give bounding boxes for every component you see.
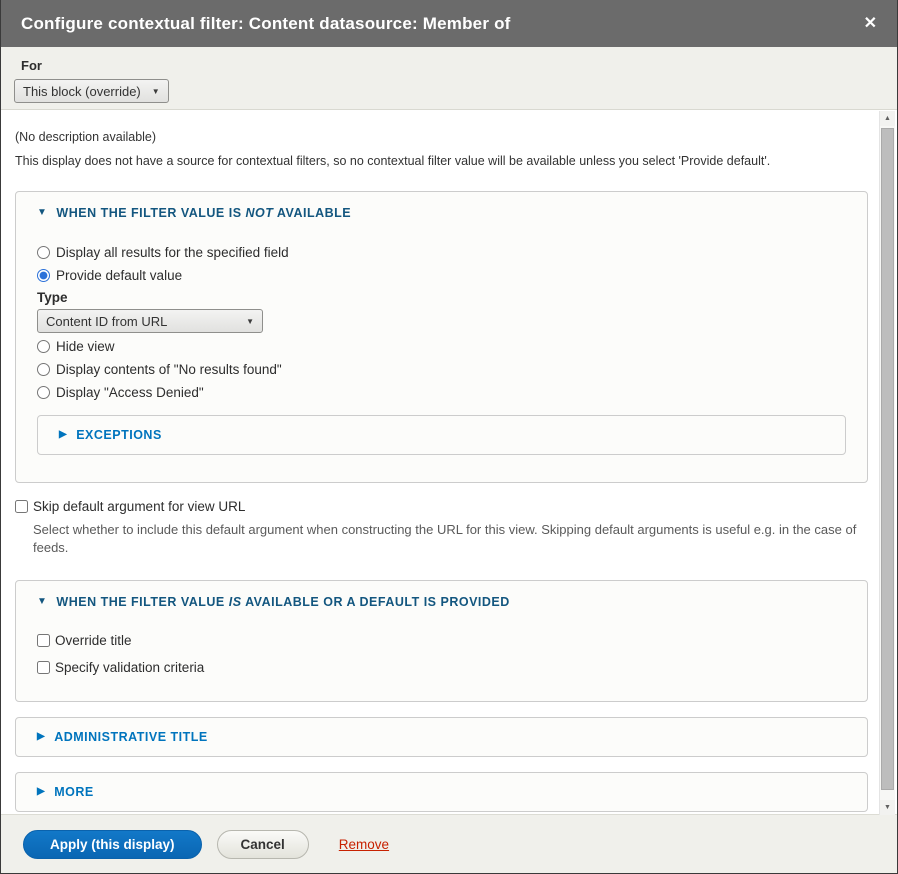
checkbox-row-skip-default: Skip default argument for view URL: [15, 499, 868, 514]
panel-filter-available: ▼ WHEN THE FILTER VALUE IS AVAILABLE OR …: [15, 580, 868, 702]
radio-row-display-access-denied: Display "Access Denied": [37, 385, 846, 400]
chevron-down-icon: ▼: [152, 87, 160, 96]
radio-display-all-results[interactable]: [37, 246, 50, 259]
triangle-down-icon: ▼: [37, 208, 47, 218]
summary-more[interactable]: ▶ MORE: [16, 773, 867, 811]
vertical-scrollbar[interactable]: ▲ ▼: [879, 111, 895, 815]
radio-provide-default[interactable]: [37, 269, 50, 282]
chevron-down-icon: ▼: [246, 317, 254, 326]
for-display-select[interactable]: This block (override) ▼: [14, 79, 169, 103]
checkbox-skip-default-label: Skip default argument for view URL: [33, 499, 245, 514]
for-label: For: [21, 58, 884, 73]
for-section: For This block (override) ▼: [1, 47, 897, 110]
summary-administrative-title[interactable]: ▶ ADMINISTRATIVE TITLE: [16, 718, 867, 756]
default-type-select-value: Content ID from URL: [46, 314, 167, 329]
checkbox-skip-default[interactable]: [15, 500, 28, 513]
radio-row-provide-default: Provide default value: [37, 268, 846, 283]
radio-hide-view-label: Hide view: [56, 339, 115, 354]
panel-filter-not-available: ▼ WHEN THE FILTER VALUE IS NOT AVAILABLE…: [15, 191, 868, 483]
radio-provide-default-label: Provide default value: [56, 268, 182, 283]
modal-body: (No description available) This display …: [1, 110, 897, 814]
remove-link[interactable]: Remove: [339, 837, 389, 852]
triangle-down-icon: ▼: [37, 597, 47, 607]
no-description-text: (No description available): [15, 130, 868, 144]
for-select-value: This block (override): [23, 84, 141, 99]
display-note-text: This display does not have a source for …: [15, 154, 868, 168]
radio-display-access-denied[interactable]: [37, 386, 50, 399]
triangle-right-icon: ▶: [59, 430, 67, 440]
radio-display-access-denied-label: Display "Access Denied": [56, 385, 204, 400]
scroll-up-icon[interactable]: ▲: [880, 111, 895, 126]
panel-filter-not-available-body: Display all results for the specified fi…: [16, 220, 867, 482]
summary-filter-available[interactable]: ▼ WHEN THE FILTER VALUE IS AVAILABLE OR …: [16, 581, 867, 609]
summary-administrative-title-text: ADMINISTRATIVE TITLE: [54, 730, 208, 744]
radio-display-all-results-label: Display all results for the specified fi…: [56, 245, 289, 260]
radio-row-display-all-results: Display all results for the specified fi…: [37, 245, 846, 260]
panel-filter-available-body: Override title Specify validation criter…: [16, 633, 867, 701]
radio-row-display-no-results: Display contents of "No results found": [37, 362, 846, 377]
triangle-right-icon: ▶: [37, 732, 45, 742]
checkbox-row-specify-validation: Specify validation criteria: [37, 660, 846, 675]
radio-hide-view[interactable]: [37, 340, 50, 353]
close-icon[interactable]: ✕: [864, 16, 877, 32]
summary-more-text: MORE: [54, 785, 94, 799]
panel-exceptions: ▶ EXCEPTIONS: [37, 415, 846, 455]
panel-more: ▶ MORE: [15, 772, 868, 812]
cancel-button[interactable]: Cancel: [217, 830, 309, 859]
modal-footer: Apply (this display) Cancel Remove: [1, 814, 897, 873]
apply-button[interactable]: Apply (this display): [23, 830, 202, 859]
summary-exceptions-text: EXCEPTIONS: [76, 428, 162, 442]
default-type-select[interactable]: Content ID from URL ▼: [37, 309, 263, 333]
modal-header: Configure contextual filter: Content dat…: [1, 0, 897, 47]
scroll-down-icon[interactable]: ▼: [880, 800, 895, 815]
triangle-right-icon: ▶: [37, 787, 45, 797]
summary-filter-not-available-text: WHEN THE FILTER VALUE IS NOT AVAILABLE: [56, 206, 351, 220]
modal-title: Configure contextual filter: Content dat…: [21, 14, 511, 34]
checkbox-specify-validation[interactable]: [37, 661, 50, 674]
radio-display-no-results[interactable]: [37, 363, 50, 376]
checkbox-override-title[interactable]: [37, 634, 50, 647]
checkbox-override-title-label: Override title: [55, 633, 132, 648]
summary-filter-not-available[interactable]: ▼ WHEN THE FILTER VALUE IS NOT AVAILABLE: [16, 192, 867, 220]
radio-display-no-results-label: Display contents of "No results found": [56, 362, 282, 377]
skip-default-description: Select whether to include this default a…: [33, 521, 868, 557]
scrollbar-thumb[interactable]: [881, 128, 894, 790]
contextual-filter-modal: Configure contextual filter: Content dat…: [0, 0, 898, 874]
summary-filter-available-text: WHEN THE FILTER VALUE IS AVAILABLE OR A …: [56, 595, 509, 609]
radio-row-hide-view: Hide view: [37, 339, 846, 354]
checkbox-specify-validation-label: Specify validation criteria: [55, 660, 204, 675]
checkbox-row-override-title: Override title: [37, 633, 846, 648]
summary-exceptions[interactable]: ▶ EXCEPTIONS: [38, 416, 845, 454]
type-label: Type: [37, 290, 846, 305]
panel-administrative-title: ▶ ADMINISTRATIVE TITLE: [15, 717, 868, 757]
